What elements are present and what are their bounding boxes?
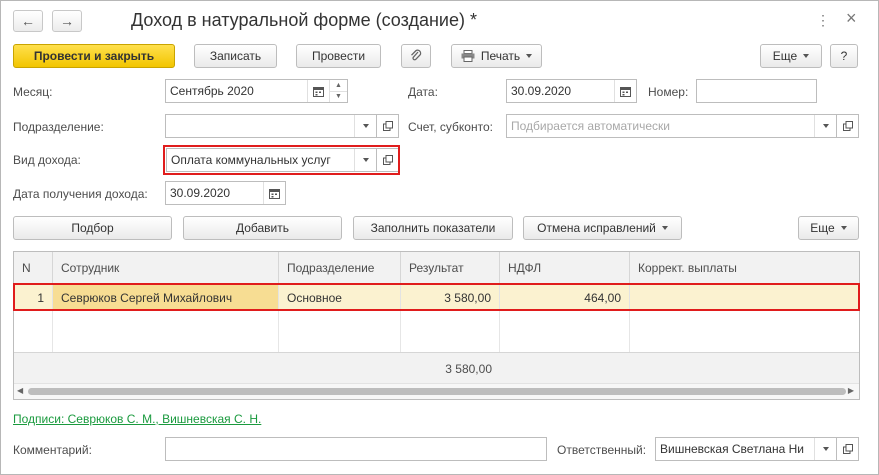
income-type-label: Вид дохода: [13, 153, 81, 167]
calendar-icon[interactable] [263, 182, 285, 204]
column-header-n[interactable]: N [14, 252, 53, 284]
account-field[interactable]: Подбирается автоматически [506, 114, 837, 138]
cancel-corrections-button[interactable]: Отмена исправлений [523, 216, 682, 240]
chevron-down-icon [526, 54, 533, 58]
post-and-close-button[interactable]: Провести и закрыть [13, 44, 175, 68]
forward-button[interactable]: → [52, 10, 82, 32]
scroll-right-icon[interactable]: ▶ [848, 386, 854, 395]
month-label: Месяц: [13, 85, 53, 99]
chevron-down-icon [822, 124, 829, 128]
column-header-employee[interactable]: Сотрудник [53, 252, 279, 284]
page-title: Доход в натуральной форме (создание) * [131, 10, 477, 30]
number-label: Номер: [648, 85, 689, 99]
back-button[interactable]: ← [13, 10, 43, 32]
open-window-icon [842, 121, 853, 131]
month-field[interactable]: Сентябрь 2020 ▲ ▼ [165, 79, 348, 103]
income-date-label: Дата получения дохода: [13, 187, 148, 201]
add-button[interactable]: Добавить [183, 216, 342, 240]
employees-table[interactable]: N Сотрудник Подразделение Результат НДФЛ… [13, 251, 860, 400]
table-more-label: Еще [810, 221, 835, 235]
column-header-result[interactable]: Результат [401, 252, 500, 284]
dropdown-button[interactable] [814, 438, 836, 460]
open-window-icon [382, 121, 393, 131]
print-label: Печать [480, 49, 521, 63]
more-menu-icon[interactable]: ⋮ [816, 12, 830, 29]
print-button[interactable]: Печать [451, 44, 542, 68]
save-button[interactable]: Записать [194, 44, 277, 68]
chevron-down-icon [840, 226, 847, 230]
chevron-up-icon[interactable]: ▲ [330, 80, 347, 92]
division-field[interactable] [165, 114, 377, 138]
responsible-label: Ответственный: [557, 443, 647, 457]
more-label: Еще [772, 49, 798, 63]
open-division-button[interactable] [377, 114, 399, 138]
total-result: 3 580,00 [445, 362, 492, 376]
calendar-icon[interactable] [614, 80, 636, 102]
comment-label: Комментарий: [13, 443, 92, 457]
post-button[interactable]: Провести [296, 44, 381, 68]
cancel-corrections-label: Отмена исправлений [537, 221, 656, 235]
dropdown-button[interactable] [814, 115, 836, 137]
column-header-division[interactable]: Подразделение [279, 252, 401, 284]
number-field[interactable] [696, 79, 817, 103]
arrow-left-icon: ← [21, 13, 35, 29]
date-value: 30.09.2020 [511, 84, 572, 98]
date-field[interactable]: 30.09.2020 [506, 79, 637, 103]
income-date-field[interactable]: 30.09.2020 [165, 181, 286, 205]
close-icon[interactable]: × [846, 8, 857, 29]
open-window-icon [842, 444, 853, 454]
table-more-button[interactable]: Еще [798, 216, 859, 240]
scroll-left-icon[interactable]: ◀ [17, 386, 23, 395]
responsible-field[interactable]: Вишневская Светлана Ни [655, 437, 837, 461]
account-placeholder: Подбирается автоматически [511, 119, 670, 133]
signatures-link[interactable]: Подписи: Севрюков С. М., Вишневская С. Н… [13, 412, 261, 426]
paperclip-icon [411, 49, 422, 61]
income-date-value: 30.09.2020 [170, 186, 231, 200]
chevron-down-icon [661, 226, 668, 230]
dropdown-button[interactable] [354, 115, 376, 137]
month-stepper[interactable]: ▲ ▼ [329, 80, 347, 102]
table-header: N Сотрудник Подразделение Результат НДФЛ… [14, 252, 859, 284]
scrollbar-thumb[interactable] [28, 388, 846, 395]
printer-icon [461, 50, 475, 62]
table-totals-row: 3 580,00 [14, 352, 859, 384]
help-button[interactable]: ? [830, 44, 858, 68]
pick-button[interactable]: Подбор [13, 216, 172, 240]
row-highlight [13, 283, 860, 311]
calendar-icon[interactable] [307, 80, 329, 102]
comment-field[interactable] [165, 437, 547, 461]
chevron-down-icon[interactable]: ▼ [330, 92, 347, 103]
open-responsible-button[interactable] [837, 437, 859, 461]
division-label: Подразделение: [13, 120, 104, 134]
arrow-right-icon: → [60, 13, 74, 29]
more-button[interactable]: Еще [760, 44, 822, 68]
responsible-value: Вишневская Светлана Ни [660, 442, 804, 456]
income-type-highlight [163, 145, 400, 175]
account-label: Счет, субконто: [408, 120, 493, 134]
date-label: Дата: [408, 85, 438, 99]
column-header-correction[interactable]: Коррект. выплаты [630, 252, 859, 284]
fill-indicators-button[interactable]: Заполнить показатели [353, 216, 513, 240]
chevron-down-icon [803, 54, 810, 58]
chevron-down-icon [362, 124, 369, 128]
chevron-down-icon [822, 447, 829, 451]
attach-button[interactable] [401, 44, 431, 68]
month-value: Сентябрь 2020 [170, 84, 254, 98]
open-account-button[interactable] [837, 114, 859, 138]
horizontal-scrollbar[interactable]: ◀ ▶ [14, 383, 859, 399]
column-header-ndfl[interactable]: НДФЛ [500, 252, 630, 284]
